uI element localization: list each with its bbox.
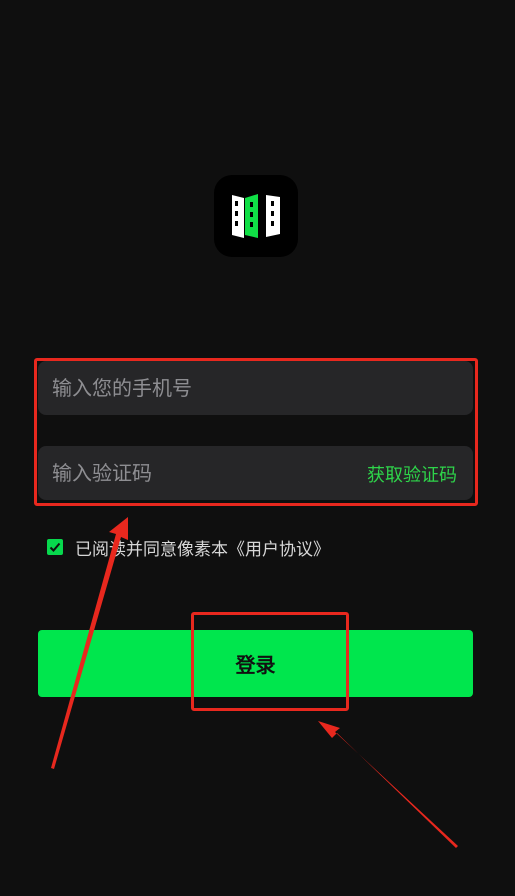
agreement-prefix: 已阅读并同意像素本: [75, 539, 228, 560]
login-screen: 获取验证码 已阅读并同意像素本《用户协议》 登录: [0, 0, 515, 896]
phone-field: [38, 361, 473, 415]
login-button[interactable]: 登录: [38, 630, 473, 697]
agreement-text: 已阅读并同意像素本《用户协议》: [75, 535, 330, 560]
user-agreement-link[interactable]: 《用户协议》: [228, 540, 330, 560]
get-code-button[interactable]: 获取验证码: [367, 446, 457, 500]
verification-code-field: 获取验证码: [38, 446, 473, 500]
checkmark-icon: [49, 542, 61, 552]
phone-input[interactable]: [38, 361, 473, 415]
agreement-checkbox[interactable]: [47, 539, 63, 555]
app-logo: [214, 175, 298, 257]
film-strip-logo-icon: [232, 194, 280, 238]
agreement-row: 已阅读并同意像素本《用户协议》: [47, 535, 330, 560]
arrow-to-login: [318, 721, 458, 848]
